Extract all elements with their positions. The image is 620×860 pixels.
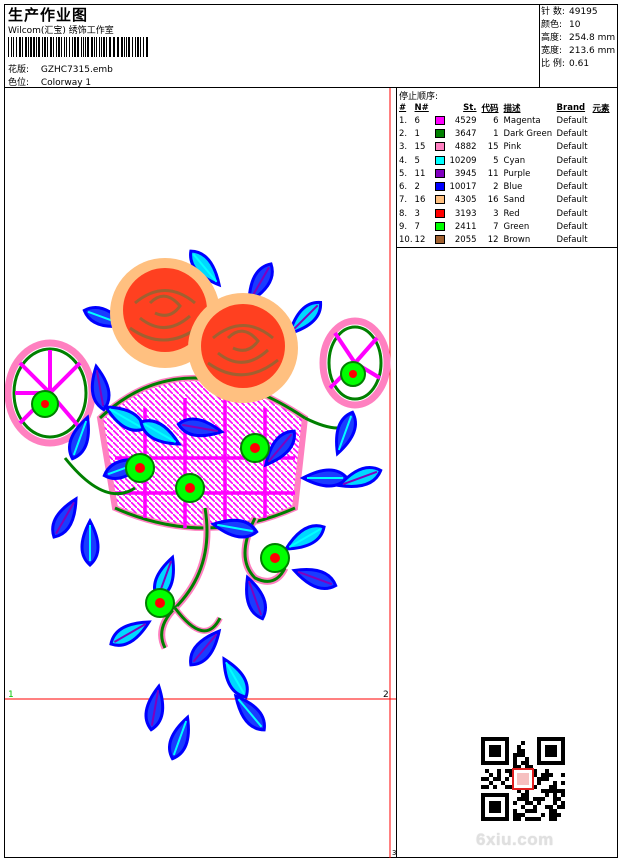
design-row: 花版: GZHC7315.emb: [8, 62, 113, 75]
qr-code: [481, 737, 565, 821]
stop-sequence-table: # N# St. 代码 描述 Brand 元素 1. 6 4529 6 Magenta D…: [398, 101, 617, 247]
design-label: 花版:: [8, 65, 30, 75]
right-loop: [319, 317, 391, 409]
embroidery-preview: 1 2 3: [5, 88, 396, 858]
table-row[interactable]: 7. 16 4305 16 Sand Default: [398, 194, 617, 207]
color-swatch: [434, 128, 445, 138]
page-subtitle: Wilcom(汇宝) 绣饰工作室: [8, 26, 114, 36]
color-swatch: [434, 195, 445, 205]
color-swatch: [434, 142, 445, 152]
table-header-row: # N# St. 代码 描述 Brand 元素: [399, 102, 610, 114]
page-title: 生产作业图: [8, 6, 89, 24]
barcode: [8, 37, 148, 57]
stat-row: 高度: 254.8 mm: [541, 33, 616, 43]
table-row[interactable]: 6. 2 10017 2 Blue Default: [398, 180, 617, 193]
color-swatch: [434, 235, 445, 245]
color-swatch: [434, 182, 445, 192]
color-swatch: [434, 155, 445, 165]
colorway-row: 色位: Colorway 1: [8, 75, 91, 88]
stop-table-bottom: [396, 247, 618, 248]
table-row[interactable]: 10. 12 2055 12 Brown Default: [398, 234, 617, 247]
table-row[interactable]: 3. 15 4882 15 Pink Default: [398, 141, 617, 154]
marker-2: 2: [383, 690, 389, 700]
table-row[interactable]: 5. 11 3945 11 Purple Default: [398, 167, 617, 180]
color-swatch: [434, 168, 445, 178]
colorway-label: 色位:: [8, 78, 30, 88]
color-swatch: [434, 208, 445, 218]
stats-block: 针 数: 49195 颜色: 10 高度: 254.8 mm 宽度: 213.6 mm …: [541, 6, 615, 71]
stat-row: 宽度: 213.6 mm: [541, 46, 616, 56]
panel-divider: [396, 87, 397, 858]
table-row[interactable]: 9. 7 2411 7 Green Default: [398, 220, 617, 233]
stats-divider: [539, 4, 540, 88]
color-swatch: [434, 222, 445, 232]
marker-3: 3: [392, 849, 396, 857]
table-row[interactable]: 1. 6 4529 6 Magenta Default: [398, 114, 617, 127]
table-row[interactable]: 4. 5 10209 5 Cyan Default: [398, 154, 617, 167]
colorway-value: Colorway 1: [40, 78, 92, 88]
stat-row: 比 例: 0.61: [541, 59, 590, 69]
design-canvas[interactable]: 1 2 3: [5, 88, 396, 858]
design-value: GZHC7315.emb: [40, 65, 113, 75]
color-swatch: [434, 115, 445, 125]
rose-right: [188, 293, 298, 403]
table-row[interactable]: 2. 1 3647 1 Dark Green Default: [398, 127, 617, 140]
site-watermark: 6xiu.com: [476, 830, 554, 849]
stat-row: 颜色: 10: [541, 20, 581, 30]
table-row[interactable]: 8. 3 3193 3 Red Default: [398, 207, 617, 220]
marker-1: 1: [8, 690, 14, 700]
stat-row: 针 数: 49195: [541, 7, 598, 17]
